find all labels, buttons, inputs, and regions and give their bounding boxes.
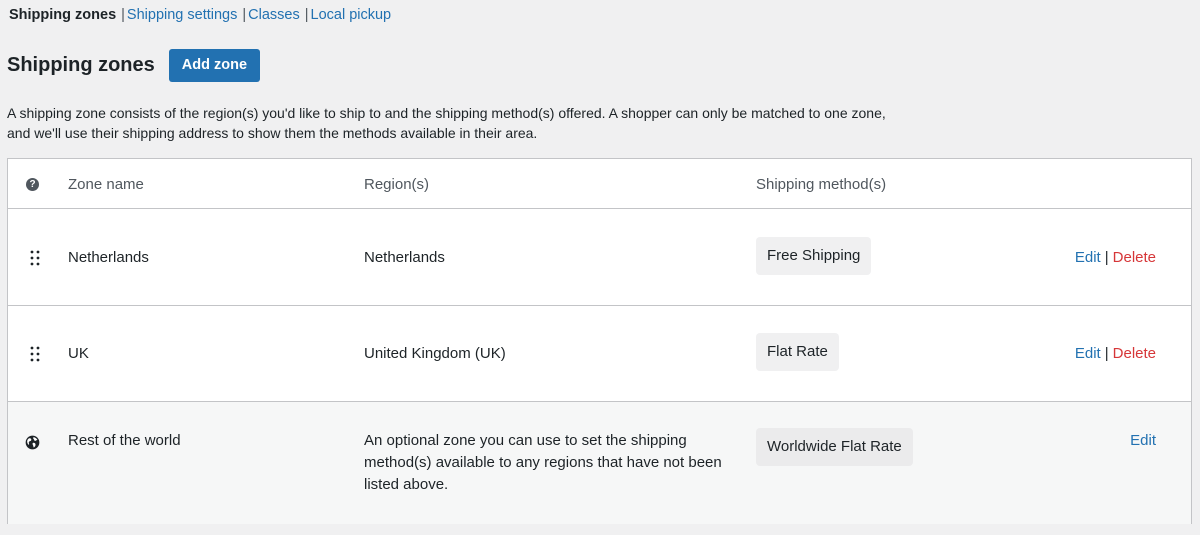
add-zone-button[interactable]: Add zone (168, 48, 261, 82)
subnav-separator: | (304, 7, 309, 23)
delete-zone-link[interactable]: Delete (1113, 345, 1156, 362)
shipping-zones-table: ? Zone name Region(s) Shipping method(s)… (7, 158, 1192, 524)
page-description: A shipping zone consists of the region(s… (7, 105, 886, 141)
page-title: Shipping zones (7, 53, 155, 76)
heading-row: Shipping zones Add zone (7, 48, 261, 82)
shipping-method-badge: Worldwide Flat Rate (756, 428, 913, 466)
action-separator: | (1104, 345, 1109, 362)
subnav-link-local-pickup[interactable]: Local pickup (311, 7, 392, 23)
subnav-link-classes[interactable]: Classes (248, 7, 300, 23)
shipping-zones-page: Shipping zones | Shipping settings | Classes… (0, 0, 1200, 535)
action-separator: | (1104, 249, 1109, 266)
zone-name: UK (68, 345, 89, 362)
row-actions: Edit | Delete (1075, 247, 1156, 269)
subnav-separator: | (121, 7, 125, 23)
subnav-separator: | (242, 7, 247, 23)
row-actions: Edit | Delete (1075, 343, 1156, 365)
edit-zone-link[interactable]: Edit (1130, 432, 1156, 449)
shipping-method-badge: Free Shipping (756, 237, 872, 275)
zone-regions: United Kingdom (UK) (364, 345, 506, 362)
table-row: UK United Kingdom (UK) Flat Rate Edit | De… (8, 306, 1191, 402)
table-row: Netherlands Netherlands Free Shipping Ed… (8, 209, 1191, 306)
help-icon[interactable]: ? (26, 178, 39, 191)
drag-handle-icon[interactable] (29, 345, 41, 363)
row-actions: Edit (1130, 430, 1156, 452)
zone-name: Netherlands (68, 249, 149, 266)
subnav-link-shipping-settings[interactable]: Shipping settings (127, 7, 237, 23)
globe-icon (25, 435, 40, 450)
table-row-rest-of-world: Rest of the world An optional zone you c… (8, 402, 1191, 524)
edit-zone-link[interactable]: Edit (1075, 249, 1101, 266)
edit-zone-link[interactable]: Edit (1075, 345, 1101, 362)
column-header-shipping-methods: Shipping method(s) (756, 176, 887, 193)
table-header-row: ? Zone name Region(s) Shipping method(s) (8, 159, 1191, 209)
subnav-current-shipping-zones: Shipping zones (9, 7, 117, 23)
column-header-regions: Region(s) (364, 176, 430, 193)
shipping-method-badge: Flat Rate (756, 333, 839, 371)
zone-regions-description: An optional zone you can use to set the … (364, 432, 722, 493)
delete-zone-link[interactable]: Delete (1113, 249, 1156, 266)
column-header-zone-name: Zone name (68, 176, 144, 193)
drag-handle-icon[interactable] (29, 249, 41, 267)
shipping-subnav: Shipping zones | Shipping settings | Classes… (9, 6, 391, 24)
zone-name: Rest of the world (68, 432, 181, 449)
zone-regions: Netherlands (364, 249, 445, 266)
